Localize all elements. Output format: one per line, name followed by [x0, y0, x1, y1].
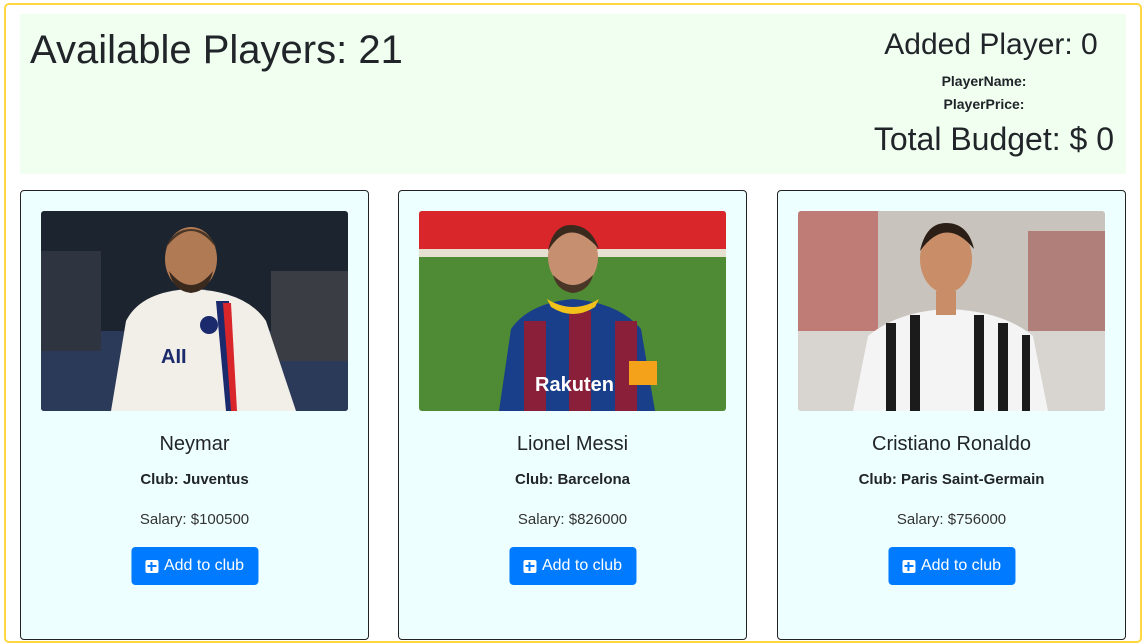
player-name: Neymar: [159, 433, 230, 455]
header-panel: Available Players: 21 Added Player: 0 Pl…: [20, 14, 1126, 174]
player-card: AII Neymar Club: Juventus Salary: $10050…: [20, 190, 369, 640]
add-to-club-button[interactable]: Add to club: [508, 547, 637, 585]
player-name: Cristiano Ronaldo: [872, 433, 1031, 455]
player-salary: Salary: $756000: [896, 511, 1007, 528]
player-salary: Salary: $826000: [517, 511, 628, 528]
cart-summary: Added Player: 0 PlayerName: PlayerPrice:…: [854, 26, 1114, 160]
plus-square-icon: [144, 559, 158, 573]
added-player-count: Added Player: 0: [884, 28, 1098, 61]
player-photo: [798, 211, 1105, 411]
add-to-club-button[interactable]: Add to club: [887, 547, 1016, 585]
player-salary: Salary: $100500: [139, 511, 250, 528]
plus-square-icon: [901, 559, 915, 573]
player-club: Club: Paris Saint-Germain: [858, 471, 1045, 488]
player-card: Rakuten Lionel Messi Club: Barcelona Sal…: [398, 190, 747, 640]
player-club: Club: Barcelona: [514, 471, 631, 488]
player-name-label: PlayerName:: [941, 73, 1027, 89]
player-photo: Rakuten: [419, 211, 726, 411]
player-photo: AII: [41, 211, 348, 411]
add-to-club-button[interactable]: Add to club: [130, 547, 259, 585]
total-budget: Total Budget: $ 0: [873, 121, 1114, 157]
player-price-label: PlayerPrice:: [943, 96, 1025, 112]
add-to-club-label: Add to club: [163, 557, 245, 574]
player-club: Club: Juventus: [140, 471, 249, 488]
player-card: Cristiano Ronaldo Club: Paris Saint-Germ…: [777, 190, 1126, 640]
available-players-heading: Available Players: 21: [30, 28, 403, 72]
player-name: Lionel Messi: [516, 433, 629, 455]
plus-square-icon: [522, 559, 536, 573]
add-to-club-label: Add to club: [920, 557, 1002, 574]
svg-text:AII: AII: [161, 346, 187, 368]
add-to-club-label: Add to club: [541, 557, 623, 574]
svg-text:Rakuten: Rakuten: [535, 374, 614, 396]
